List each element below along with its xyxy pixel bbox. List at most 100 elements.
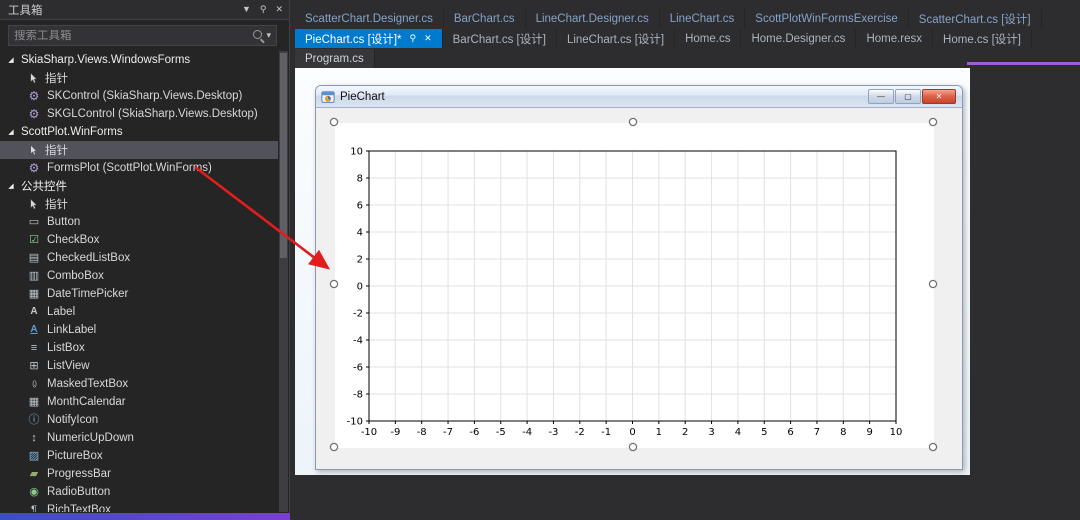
component-icon: ⚙ (28, 161, 40, 175)
toolbox-item-label: RichTextBox (47, 504, 111, 512)
toolbox-item-label: NotifyIcon (47, 414, 99, 426)
toolbox-item-skcontrol-skiasharp-views-desktop[interactable]: ⚙ SKControl (SkiaSharp.Views.Desktop) (0, 87, 278, 105)
toolbox-group-skiasharp-views-windowsforms[interactable]: ◢ SkiaSharp.Views.WindowsForms (0, 51, 278, 69)
toolbox-item-maskedtextbox[interactable]: (.) MaskedTextBox (0, 375, 278, 393)
toolbox-item-progressbar[interactable]: ▰ ProgressBar (0, 465, 278, 483)
toolbox-title: 工具箱 (8, 4, 43, 17)
svg-text:-6: -6 (469, 427, 479, 438)
pin-icon[interactable]: ⚲ (410, 34, 417, 43)
tab-scatterchart-cs[interactable]: ScatterChart.cs [设计] (908, 9, 1042, 28)
tab-home-cs[interactable]: Home.cs [设计] (933, 29, 1033, 48)
toolbox-item-label: LinkLabel (47, 324, 97, 336)
toolbox-item-picturebox[interactable]: ▨ PictureBox (0, 447, 278, 465)
svg-text:7: 7 (814, 427, 820, 438)
toolbox-search[interactable]: ▾ (8, 25, 277, 46)
progressbar-icon: ▰ (29, 467, 39, 480)
svg-text:-4: -4 (353, 336, 363, 347)
tab-home-resx[interactable]: Home.resx (856, 29, 934, 48)
tab-linechart-designer-cs[interactable]: LineChart.Designer.cs (525, 9, 660, 28)
toolbox-scrollbar[interactable] (279, 51, 288, 512)
toolbox-group-scottplot-winforms[interactable]: ◢ ScottPlot.WinForms (0, 123, 278, 141)
pin-icon[interactable]: ⚲ (260, 5, 267, 14)
minimize-button[interactable]: — (868, 89, 894, 104)
tab-home-designer-cs[interactable]: Home.Designer.cs (741, 29, 857, 48)
tab-barchart-cs[interactable]: BarChart.cs (443, 9, 526, 28)
tab-barchart-cs[interactable]: BarChart.cs [设计] (442, 29, 557, 48)
tab-home-cs[interactable]: Home.cs (675, 29, 742, 48)
toolbox-item-label: SKControl (SkiaSharp.Views.Desktop) (47, 90, 243, 102)
toolbox-item-skglcontrol-skiasharp-views-desktop[interactable]: ⚙ SKGLControl (SkiaSharp.Views.Desktop) (0, 105, 278, 123)
toolbox-item-listbox[interactable]: ≡ ListBox (0, 339, 278, 357)
toolbox-item-combobox[interactable]: ▥ ComboBox (0, 267, 278, 285)
scrollbar-thumb[interactable] (280, 53, 287, 258)
form-icon (321, 90, 335, 104)
toolbox-item-item[interactable]: 指针 (0, 141, 278, 159)
svg-text:-8: -8 (353, 390, 363, 401)
tab-label: ScottPlotWinFormsExercise (755, 12, 898, 25)
plot-axes: -10 -9 -8 -7 -6 -5 -4 -3 -2 -1 0 1 2 3 4 5 6 7 8 9 101086420… (347, 147, 903, 439)
button-icon: ▭ (28, 215, 40, 228)
toolbox-item-item[interactable]: 指针 (0, 195, 278, 213)
tab-scatterchart-designer-cs[interactable]: ScatterChart.Designer.cs (295, 9, 444, 28)
toolbox-item-button[interactable]: ▭ Button (0, 213, 278, 231)
maximize-button[interactable]: ▢ (895, 89, 921, 104)
designer-surface[interactable]: PieChart — ▢ ✕ -10 -9 -8 -7 -6 -5 -4 -3 -2 -1 0 1 2 3… (295, 68, 970, 475)
form-titlebar[interactable]: PieChart — ▢ ✕ (316, 86, 962, 108)
tab-row-upper: ScatterChart.Designer.cs BarChart.cs LineC… (295, 9, 1080, 28)
toolbox-item-label[interactable]: A Label (0, 303, 278, 321)
tab-piechart-cs[interactable]: PieChart.cs [设计]* ⚲ ✕ (295, 29, 443, 48)
search-icon[interactable] (253, 30, 263, 39)
tab-scottplotwinformsexercise[interactable]: ScottPlotWinFormsExercise (745, 9, 909, 28)
monthcalendar-icon: ▦ (28, 395, 40, 408)
formsplot-control[interactable]: -10 -9 -8 -7 -6 -5 -4 -3 -2 -1 0 1 2 3 4 5 6 7 8 9 10 10 8 6 4 2 0… (335, 123, 934, 448)
toolbox-item-listview[interactable]: ⊞ ListView (0, 357, 278, 375)
toolbox-search-input[interactable] (14, 29, 251, 42)
toolbox-group-item[interactable]: ◢ 公共控件 (0, 177, 278, 195)
svg-text:8: 8 (357, 174, 363, 185)
toolbox-tree: ◢ SkiaSharp.Views.WindowsForms 指针 ⚙ SKContro… (0, 51, 278, 512)
selection-handle[interactable] (929, 118, 937, 126)
toolbox-item-label: DateTimePicker (47, 288, 129, 300)
picturebox-icon: ▨ (28, 449, 40, 462)
toolbox-item-checkedlistbox[interactable]: ▤ CheckedListBox (0, 249, 278, 267)
tab-program-cs[interactable]: Program.cs (295, 49, 375, 68)
toolbox-item-datetimepicker[interactable]: ▦ DateTimePicker (0, 285, 278, 303)
toolbox-item-linklabel[interactable]: A LinkLabel (0, 321, 278, 339)
toolbox-item-label: ComboBox (47, 270, 104, 282)
close-icon[interactable]: ✕ (275, 5, 283, 14)
selection-handle[interactable] (330, 280, 338, 288)
pointer-icon (30, 144, 38, 155)
selection-handle[interactable] (929, 280, 937, 288)
toolbox-item-notifyicon[interactable]: ⓘ NotifyIcon (0, 411, 278, 429)
selection-handle[interactable] (929, 443, 937, 451)
toolbox-item-richtextbox[interactable]: ¶ RichTextBox (0, 501, 278, 512)
tab-label: PieChart.cs [设计]* (305, 33, 402, 46)
close-window-button[interactable]: ✕ (922, 89, 956, 104)
winforms-designer-form[interactable]: PieChart — ▢ ✕ -10 -9 -8 -7 -6 -5 -4 -3 -2 -1 0 1 2 3… (315, 85, 963, 470)
tab-linechart-cs[interactable]: LineChart.cs [设计] (556, 29, 676, 48)
toolbox-item-monthcalendar[interactable]: ▦ MonthCalendar (0, 393, 278, 411)
svg-text:-3: -3 (548, 427, 558, 438)
radiobutton-icon: ◉ (29, 485, 39, 498)
tab-linechart-cs[interactable]: LineChart.cs (659, 9, 746, 28)
selection-handle[interactable] (330, 443, 338, 451)
toolbox-item-label: CheckBox (47, 234, 100, 246)
selection-handle[interactable] (629, 118, 637, 126)
close-icon[interactable]: ✕ (424, 34, 432, 43)
selection-handle[interactable] (629, 443, 637, 451)
chevron-down-icon[interactable]: ▾ (266, 31, 271, 40)
toolbox-item-label: Button (47, 216, 81, 228)
toolbox-item-radiobutton[interactable]: ◉ RadioButton (0, 483, 278, 501)
toolbox-item-formsplot-scottplot-winforms[interactable]: ⚙ FormsPlot (ScottPlot.WinForms) (0, 159, 278, 177)
toolbox-item-checkbox[interactable]: ☑ CheckBox (0, 231, 278, 249)
selection-handle[interactable] (330, 118, 338, 126)
svg-text:10: 10 (350, 147, 363, 158)
toolbox-panel: 工具箱 ▼ ⚲ ✕ ▾ ◢ SkiaSharp.Views.WindowsForm… (0, 0, 290, 520)
toolbox-item-item[interactable]: 指针 (0, 69, 278, 87)
chevron-down-icon[interactable]: ▼ (242, 5, 251, 14)
svg-text:4: 4 (735, 427, 741, 438)
svg-text:-4: -4 (522, 427, 532, 438)
toolbox-item-numericupdown[interactable]: ↕ NumericUpDown (0, 429, 278, 447)
toolbox-item-label: MaskedTextBox (47, 378, 129, 390)
toolbox-group-label: 公共控件 (21, 181, 67, 193)
